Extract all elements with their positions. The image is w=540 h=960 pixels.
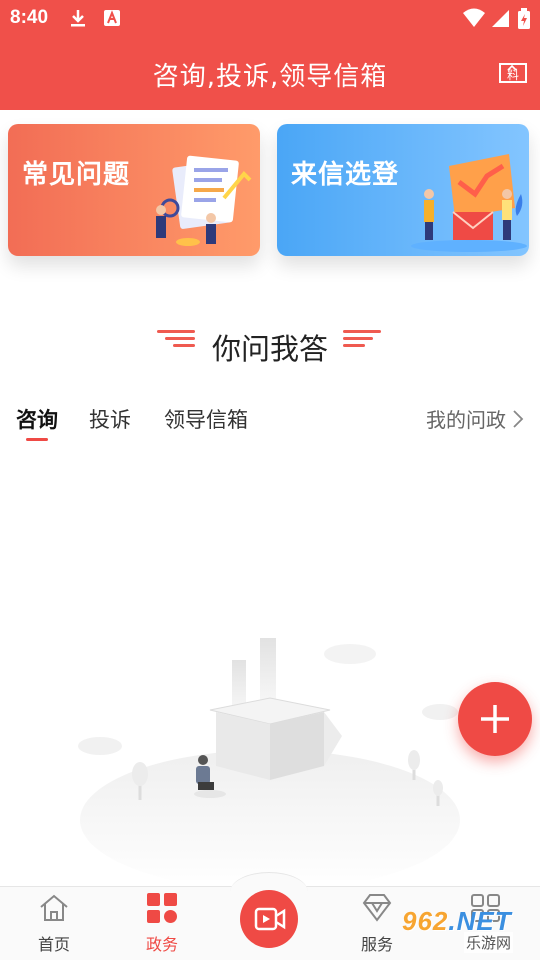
heading-decoration-right: [343, 330, 383, 354]
nav-government-label: 政务: [145, 935, 178, 954]
tab-consult[interactable]: 咨询: [16, 404, 58, 434]
active-tab-indicator: [26, 438, 48, 441]
nav-home[interactable]: 首页: [14, 893, 94, 955]
wifi-icon: [463, 8, 485, 27]
faq-card[interactable]: 常见问题: [8, 124, 260, 256]
section-title: 你问我答: [211, 332, 328, 366]
my-politics-label: 我的问政: [426, 408, 506, 432]
grid-icon: [147, 893, 177, 923]
app-header: 咨询,投诉,领导信箱 料: [0, 36, 540, 110]
empty-state-illustration: [78, 638, 460, 880]
news-document-icon[interactable]: 料: [498, 58, 528, 86]
page-title: 咨询,投诉,领导信箱: [152, 62, 388, 92]
plus-icon: [481, 705, 509, 733]
site-watermark: 962.NET 乐游网: [402, 904, 536, 954]
video-camera-icon: [254, 907, 286, 931]
diamond-icon: [362, 894, 392, 922]
nav-home-label: 首页: [37, 935, 70, 954]
watermark-sub: 乐游网: [464, 932, 514, 953]
status-bar: 8:40: [0, 0, 540, 36]
qa-section-heading: 你问我答: [0, 322, 540, 366]
svg-text:料: 料: [507, 68, 519, 82]
home-icon: [40, 894, 68, 921]
letters-card[interactable]: 来信选登: [277, 124, 529, 256]
app-notification-icon: [104, 10, 120, 26]
download-icon: [71, 10, 85, 27]
nav-government[interactable]: 政务: [122, 893, 202, 955]
tab-leader-mailbox[interactable]: 领导信箱: [164, 404, 248, 434]
tab-complaint[interactable]: 投诉: [89, 404, 131, 434]
letters-card-title: 来信选登: [291, 160, 400, 190]
chevron-right-icon: [513, 409, 524, 428]
nav-video-button[interactable]: [240, 890, 298, 948]
letters-illustration: [411, 154, 527, 252]
faq-illustration: [156, 155, 252, 246]
add-question-button[interactable]: [458, 682, 532, 756]
my-politics-link[interactable]: 我的问政: [426, 404, 524, 433]
faq-card-title: 常见问题: [22, 160, 131, 190]
battery-icon: [518, 8, 530, 29]
status-time: 8:40: [10, 7, 49, 28]
signal-icon: [492, 10, 509, 27]
